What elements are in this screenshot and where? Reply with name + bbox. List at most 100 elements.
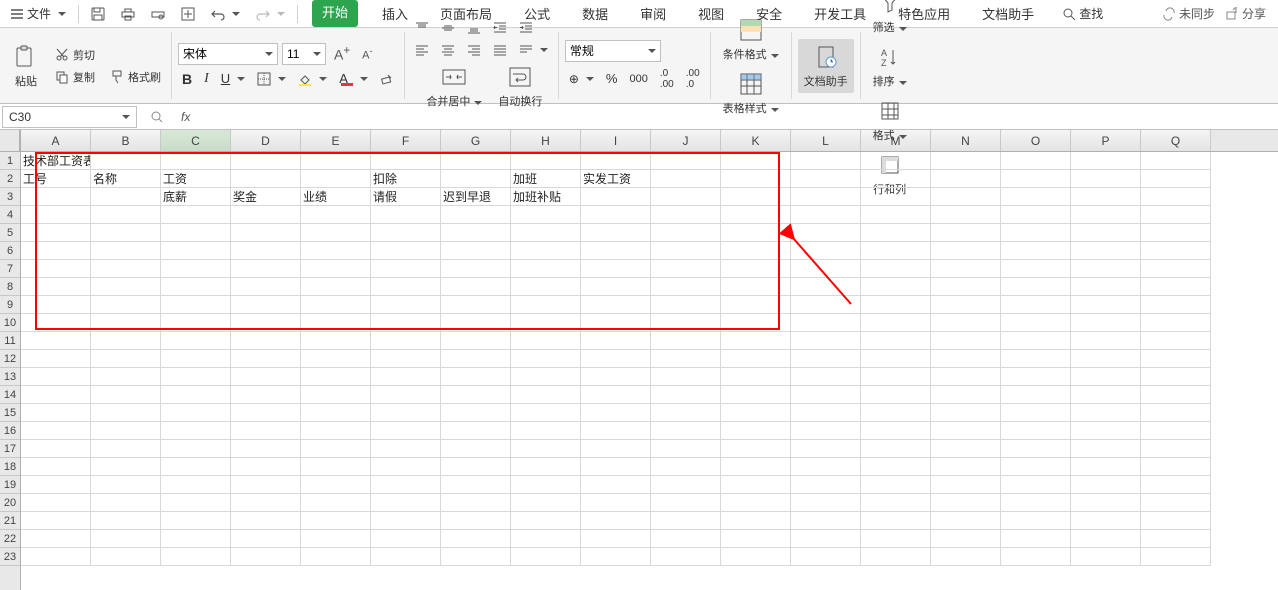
cell[interactable]: [931, 224, 1001, 242]
col-header[interactable]: L: [791, 130, 861, 151]
cell[interactable]: [581, 332, 651, 350]
cell[interactable]: [441, 494, 511, 512]
cell[interactable]: [21, 548, 91, 566]
cell[interactable]: [1141, 224, 1211, 242]
cell[interactable]: [931, 548, 1001, 566]
cell[interactable]: [161, 260, 231, 278]
save-button[interactable]: [85, 5, 111, 23]
cell[interactable]: [1001, 296, 1071, 314]
cell[interactable]: [371, 206, 441, 224]
cell[interactable]: [931, 296, 1001, 314]
cell[interactable]: [301, 152, 371, 170]
cell[interactable]: [1141, 242, 1211, 260]
border-button[interactable]: [253, 70, 290, 88]
cell[interactable]: [511, 224, 581, 242]
row-header[interactable]: 1: [0, 152, 20, 170]
quick-action-button[interactable]: [175, 5, 201, 23]
cell[interactable]: [581, 224, 651, 242]
cell[interactable]: [231, 260, 301, 278]
cell[interactable]: [651, 368, 721, 386]
cell[interactable]: [721, 404, 791, 422]
cell[interactable]: [931, 422, 1001, 440]
cell[interactable]: [301, 260, 371, 278]
cell[interactable]: [301, 386, 371, 404]
copy-button[interactable]: 复制: [50, 67, 99, 87]
cell[interactable]: [441, 332, 511, 350]
cell[interactable]: [581, 296, 651, 314]
cell[interactable]: [231, 170, 301, 188]
cell[interactable]: [301, 476, 371, 494]
cell[interactable]: [21, 494, 91, 512]
cell[interactable]: [791, 458, 861, 476]
cell[interactable]: [231, 422, 301, 440]
cell[interactable]: 迟到早退: [441, 188, 511, 206]
cell[interactable]: 名称: [91, 170, 161, 188]
cell[interactable]: [1141, 494, 1211, 512]
col-header[interactable]: A: [21, 130, 91, 151]
cell[interactable]: [91, 224, 161, 242]
cell[interactable]: [721, 314, 791, 332]
cell[interactable]: [1001, 242, 1071, 260]
cell[interactable]: [371, 548, 441, 566]
cell[interactable]: [721, 440, 791, 458]
cell[interactable]: [581, 512, 651, 530]
cell[interactable]: [441, 512, 511, 530]
cell[interactable]: [301, 512, 371, 530]
expand-button[interactable]: [147, 107, 167, 127]
cell[interactable]: [861, 530, 931, 548]
cell[interactable]: [1001, 530, 1071, 548]
cell[interactable]: [21, 386, 91, 404]
cell[interactable]: [1001, 188, 1071, 206]
cell[interactable]: [581, 188, 651, 206]
cell[interactable]: [1071, 206, 1141, 224]
cell[interactable]: [791, 350, 861, 368]
cell[interactable]: 工资: [161, 170, 231, 188]
cell[interactable]: [21, 422, 91, 440]
cell[interactable]: [231, 458, 301, 476]
row-header[interactable]: 15: [0, 404, 20, 422]
cell[interactable]: [581, 458, 651, 476]
cell[interactable]: [511, 332, 581, 350]
cell[interactable]: [91, 386, 161, 404]
cell[interactable]: [511, 368, 581, 386]
cell[interactable]: [1141, 458, 1211, 476]
cell[interactable]: [161, 332, 231, 350]
row-header[interactable]: 8: [0, 278, 20, 296]
cell[interactable]: [91, 494, 161, 512]
format-button[interactable]: 格式: [867, 93, 913, 147]
cell[interactable]: [1071, 152, 1141, 170]
cell[interactable]: [651, 260, 721, 278]
cell[interactable]: [791, 278, 861, 296]
clear-format-button[interactable]: [376, 70, 398, 88]
cell[interactable]: [721, 476, 791, 494]
cell[interactable]: [1001, 260, 1071, 278]
cell[interactable]: [791, 440, 861, 458]
cell[interactable]: [1141, 332, 1211, 350]
cell[interactable]: [1001, 404, 1071, 422]
cell[interactable]: [1141, 296, 1211, 314]
cell[interactable]: [1071, 278, 1141, 296]
col-header[interactable]: P: [1071, 130, 1141, 151]
cell[interactable]: [231, 278, 301, 296]
cell[interactable]: [1141, 314, 1211, 332]
cell[interactable]: [511, 476, 581, 494]
underline-button[interactable]: U: [217, 69, 249, 88]
font-grow-button[interactable]: A+: [330, 42, 354, 65]
doc-helper-button[interactable]: 文档助手: [798, 39, 854, 93]
col-header[interactable]: I: [581, 130, 651, 151]
cell[interactable]: [231, 224, 301, 242]
cell[interactable]: 奖金: [231, 188, 301, 206]
row-header[interactable]: 19: [0, 476, 20, 494]
cell[interactable]: [231, 386, 301, 404]
cell[interactable]: [441, 152, 511, 170]
cell[interactable]: [91, 332, 161, 350]
col-header[interactable]: Q: [1141, 130, 1211, 151]
cell[interactable]: [1001, 152, 1071, 170]
cell[interactable]: [651, 278, 721, 296]
align-top-button[interactable]: [411, 19, 433, 37]
cell[interactable]: [511, 548, 581, 566]
cell[interactable]: [721, 278, 791, 296]
cell[interactable]: 工号: [21, 170, 91, 188]
cell[interactable]: [1141, 548, 1211, 566]
cell[interactable]: [861, 386, 931, 404]
